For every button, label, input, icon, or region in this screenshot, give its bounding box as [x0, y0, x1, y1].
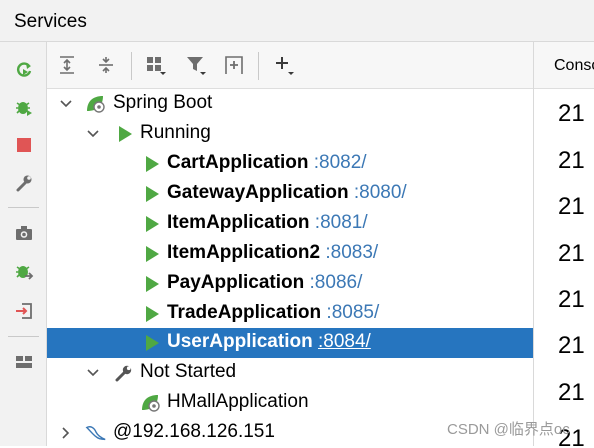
login-exit-icon[interactable] — [12, 299, 36, 323]
tree-node-app[interactable]: ItemApplication2 :8083/ — [47, 239, 533, 269]
port-link[interactable]: :8081/ — [315, 212, 368, 233]
tree-node-app[interactable]: CartApplication :8082/ — [47, 149, 533, 179]
tab-label: Conso — [554, 57, 594, 74]
new-service-icon[interactable] — [221, 52, 247, 78]
console-line: 21 — [558, 147, 585, 174]
port-link[interactable]: :8085/ — [326, 302, 379, 323]
console-pane: Conso 21 21 21 21 21 21 21 21 — [534, 42, 594, 446]
chevron-right-icon[interactable] — [57, 423, 75, 443]
tree-label: @192.168.126.151 — [113, 421, 275, 442]
run-icon — [141, 243, 163, 265]
console-line: 21 — [558, 193, 585, 220]
run-icon — [141, 332, 163, 354]
console-line: 21 — [558, 332, 585, 359]
tree-node-spring-boot[interactable]: Spring Boot — [47, 89, 533, 119]
console-line: 21 — [558, 286, 585, 313]
debug-bug-icon[interactable] — [12, 95, 36, 119]
tree-node-app-selected[interactable]: UserApplication :8084/ — [47, 328, 533, 358]
tree-node-app[interactable]: TradeApplication :8085/ — [47, 299, 533, 329]
port-link[interactable]: :8082/ — [314, 152, 367, 173]
panel-title: Services — [14, 11, 87, 32]
app-name: GatewayApplication — [167, 182, 349, 203]
layout-panels-icon[interactable] — [12, 350, 36, 374]
tree-node-not-started[interactable]: Not Started — [47, 358, 533, 388]
vertical-toolbar — [0, 42, 47, 446]
tree-label: Spring Boot — [113, 92, 213, 113]
tree-node-running[interactable]: Running — [47, 119, 533, 149]
tree-label: Running — [140, 122, 211, 143]
camera-snapshot-icon[interactable] — [12, 221, 36, 245]
debug-attach-icon[interactable] — [12, 260, 36, 284]
app-name: TradeApplication — [167, 302, 322, 323]
tree-label: Not Started — [140, 361, 237, 382]
app-name: HMallApplication — [167, 391, 309, 412]
rerun-icon[interactable] — [12, 58, 36, 82]
app-name: CartApplication — [167, 152, 309, 173]
expand-all-icon[interactable] — [54, 52, 80, 78]
wrench-settings-icon[interactable] — [12, 171, 36, 195]
collapse-all-icon[interactable] — [93, 52, 119, 78]
tree-toolbar — [47, 42, 533, 89]
mysql-dolphin-icon — [85, 422, 107, 444]
watermark: CSDN @临界点oc — [447, 421, 570, 438]
group-by-icon[interactable] — [143, 52, 169, 78]
spring-leaf-icon — [140, 392, 162, 414]
console-line: 21 — [558, 379, 585, 406]
filter-icon[interactable] — [183, 52, 209, 78]
app-name: UserApplication — [167, 331, 313, 352]
tab-console[interactable]: Conso — [534, 42, 594, 89]
port-link[interactable]: :8080/ — [354, 182, 407, 203]
console-line: 21 — [558, 100, 585, 127]
tree-node-app-not-started[interactable]: HMallApplication — [47, 388, 533, 418]
tree-node-app[interactable]: ItemApplication :8081/ — [47, 209, 533, 239]
services-title-bar: Services — [0, 0, 594, 42]
app-name: ItemApplication2 — [167, 242, 321, 263]
chevron-down-icon[interactable] — [84, 124, 102, 144]
wrench-icon — [113, 362, 135, 384]
app-name: PayApplication — [167, 272, 305, 293]
spring-leaf-icon — [85, 93, 107, 115]
console-line: 21 — [558, 240, 585, 267]
tree-node-app[interactable]: GatewayApplication :8080/ — [47, 179, 533, 209]
run-icon — [114, 123, 136, 145]
port-link[interactable]: :8083/ — [325, 242, 378, 263]
add-service-icon[interactable] — [271, 52, 297, 78]
port-link[interactable]: :8086/ — [310, 272, 363, 293]
chevron-down-icon[interactable] — [57, 94, 75, 114]
tree-node-app[interactable]: PayApplication :8086/ — [47, 269, 533, 299]
app-name: ItemApplication — [167, 212, 310, 233]
run-icon — [141, 213, 163, 235]
run-icon — [141, 183, 163, 205]
services-tree: Spring Boot Running CartApplication :808… — [47, 89, 533, 446]
stop-icon[interactable] — [12, 133, 36, 157]
chevron-down-icon[interactable] — [84, 363, 102, 383]
run-icon — [141, 273, 163, 295]
run-icon — [141, 153, 163, 175]
run-icon — [141, 303, 163, 325]
port-link[interactable]: :8084/ — [318, 331, 371, 352]
